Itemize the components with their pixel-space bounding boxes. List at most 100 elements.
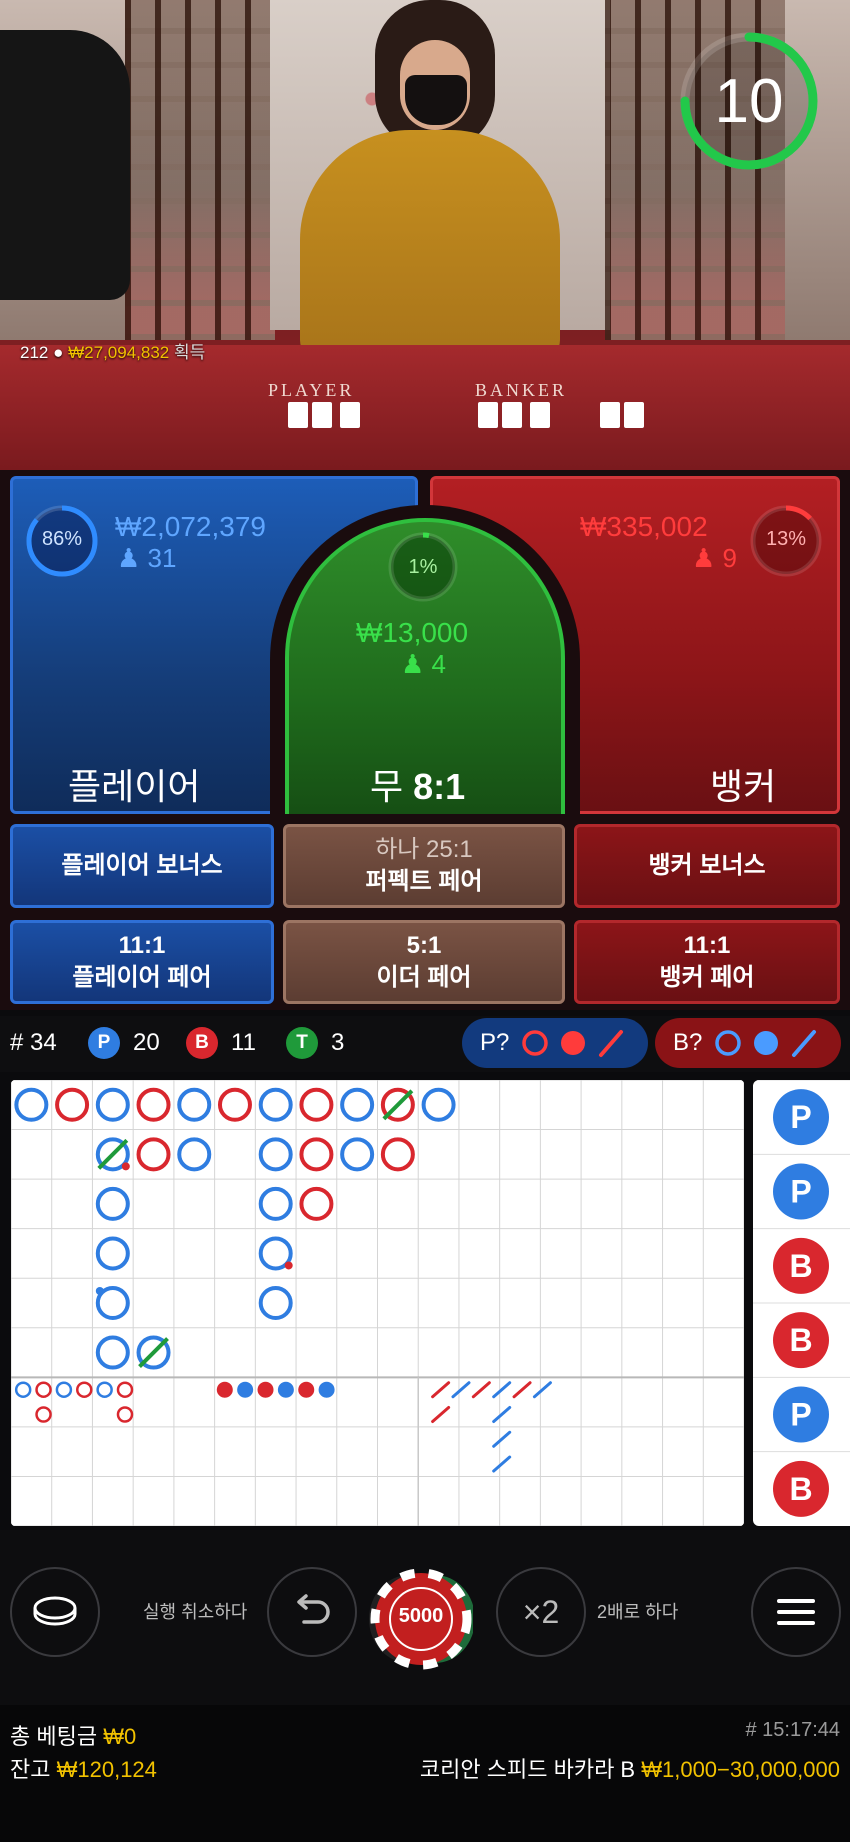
banker-bet-amount: ₩335,002 [580,511,708,542]
player-bonus-label: 플레이어 보너스 [61,852,223,879]
banker-bonus-label: 뱅커 보너스 [648,852,766,879]
banker-percent: 13% [765,528,807,550]
table-name: 코리안 스피드 바카라 B [419,1757,636,1782]
cockroach-mark [431,1381,451,1399]
balance-value: ₩120,124 [56,1757,157,1782]
perfect-pair-button[interactable]: 하나 25:1 퍼펙트 페어 [283,824,565,908]
big-road-mark [340,1137,375,1172]
tie-bettors: ♟ 4 [401,649,446,680]
chip-tray-button[interactable] [10,1567,100,1657]
tie-count-badge: T [286,1027,318,1059]
big-road-mark [177,1137,212,1172]
small-road-mark [237,1381,254,1398]
player-bettors: ♟ 31 [117,543,176,574]
bead-plate[interactable]: P P B B P B [753,1080,850,1526]
player-card [340,402,360,428]
small-road-mark [216,1381,233,1398]
banker-pair-dot [121,1162,130,1171]
banker-prediction-button[interactable]: B? [655,1018,841,1068]
cockroach-mark [471,1381,491,1399]
total-bet-label: 총 베팅금 [10,1724,98,1749]
big-eye-mark [116,1406,134,1423]
player-prediction-label: P? [480,1029,510,1056]
perfect-pair-label: 퍼펙트 페어 [365,868,483,895]
menu-button[interactable] [751,1567,841,1657]
banker-pair-button[interactable]: 11:1 뱅커 페어 [574,920,840,1004]
big-road-mark [136,1137,171,1172]
winners-count: 212 [20,343,49,362]
banker-pair-label: 뱅커 페어 [659,964,755,991]
bead-letter: B [789,1248,812,1284]
banker-label: 뱅커 [710,766,777,807]
big-road-mark [299,1137,334,1172]
big-road-mark [299,1087,334,1122]
banker-wins-badge: B [186,1027,218,1059]
big-road-mark [380,1137,415,1172]
player-pair-dot [95,1287,104,1295]
game-id: # 15:17:44 [745,1719,840,1741]
banker-bettors: ♟ 9 [692,543,737,574]
player-card [312,402,332,428]
banker-bettors-count: 9 [722,543,738,573]
undo-icon [297,1594,330,1624]
total-bet-value: ₩0 [103,1724,137,1749]
croupier-assistant [0,30,130,300]
total-bet: 총 베팅금 ₩0 [10,1719,136,1751]
table-banker-label: BANKER [475,380,568,400]
roadmap-scoreboard[interactable] [11,1080,744,1526]
rounds-count: # 34 [10,1029,57,1056]
bead-plate-grid: P P B B P B [753,1080,850,1517]
big-road-mark [95,1236,130,1271]
player-pair-odds: 11:1 [118,932,166,959]
winners-suffix: 획득 [174,343,206,362]
chip-value: 5000 [398,1605,444,1627]
either-pair-button[interactable]: 5:1 이더 페어 [283,920,565,1004]
countdown-value: 10 [714,66,784,136]
banker-card [600,402,620,428]
cockroach-mark [492,1430,512,1448]
either-pair-odds: 5:1 [406,932,442,959]
bead-letter: B [789,1322,812,1358]
cockroach-mark [492,1455,512,1473]
person-icon: ♟ [401,649,425,679]
banker-card [624,402,644,428]
tie-percent: 1% [408,556,438,578]
hamburger-icon [777,1599,815,1625]
undo-button[interactable] [267,1567,357,1657]
big-road-mark [258,1087,293,1122]
cockroach-mark [451,1381,471,1399]
bead-letter: P [790,1099,811,1135]
double-label: 2배로 하다 [597,1602,679,1622]
big-road-mark [258,1137,293,1172]
big-road-mark [340,1087,375,1122]
cockroach-mark [512,1381,532,1399]
person-icon: ♟ [117,543,141,573]
cockroach-mark [492,1381,512,1399]
player-bonus-button[interactable]: 플레이어 보너스 [10,824,274,908]
cockroach-mark [431,1406,451,1423]
player-prediction-button[interactable]: P? [462,1018,648,1068]
winners-amount: ₩27,094,832 [68,343,170,362]
table-player-label: PLAYER [268,380,355,400]
big-road-mark [217,1087,252,1122]
big-road-mark [421,1087,456,1122]
small-road-mark [318,1381,335,1398]
lattice-screen-left [125,0,275,340]
double-button[interactable]: ×2 [496,1567,586,1657]
tie-bet-amount: ₩13,000 [356,617,469,648]
player-percent: 86% [41,528,83,550]
person-icon: ● [53,343,64,362]
big-eye-mark [55,1381,73,1398]
player-pair-button[interactable]: 11:1 플레이어 페어 [10,920,274,1004]
tie-label: 무 8:1 [370,758,465,810]
banker-pair-dot [284,1261,293,1270]
cockroach-mark [532,1381,552,1399]
person-icon: ♟ [692,543,716,573]
tie-count: 3 [331,1029,345,1056]
player-pair-label: 플레이어 페어 [72,964,212,991]
big-eye-mark [116,1381,134,1398]
banker-bonus-button[interactable]: 뱅커 보너스 [574,824,840,908]
big-road-mark [55,1087,90,1122]
big-road-mark [258,1186,293,1221]
big-eye-mark [35,1406,52,1423]
